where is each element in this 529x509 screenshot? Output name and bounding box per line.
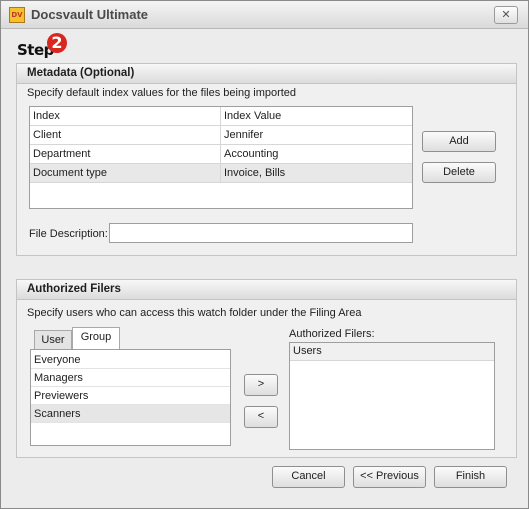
table-row[interactable]: Department Accounting xyxy=(30,145,412,164)
title-bar[interactable]: DV Docsvault Ultimate ✕ xyxy=(1,1,528,29)
metadata-description: Specify default index values for the fil… xyxy=(27,87,297,99)
users-column-header[interactable]: Users xyxy=(290,343,494,361)
column-header-index[interactable]: Index xyxy=(30,107,220,126)
step-number: 2 xyxy=(47,33,67,53)
index-value-cell[interactable]: Invoice, Bills xyxy=(220,164,412,183)
list-item[interactable]: Scanners xyxy=(31,405,230,423)
file-description-label: File Description: xyxy=(29,228,108,240)
file-description-input[interactable] xyxy=(109,223,413,243)
index-cell[interactable]: Client xyxy=(30,126,220,145)
grid-header-row: Index Index Value xyxy=(30,107,412,126)
tab-group[interactable]: Group xyxy=(72,327,120,349)
table-row[interactable]: Client Jennifer xyxy=(30,126,412,145)
dialog-window: DV Docsvault Ultimate ✕ Step 2 Metadata … xyxy=(0,0,529,509)
authorized-filers-label: Authorized Filers: xyxy=(289,328,375,340)
column-header-index-value[interactable]: Index Value xyxy=(220,107,412,126)
index-grid[interactable]: Index Index Value Client Jennifer Depart… xyxy=(29,106,413,209)
users-column-label: Users xyxy=(293,345,322,357)
authorized-filers-list[interactable]: Users xyxy=(289,342,495,450)
authorized-filers-description: Specify users who can access this watch … xyxy=(27,307,362,319)
window-title: Docsvault Ultimate xyxy=(31,7,149,22)
previous-button[interactable]: << Previous xyxy=(353,466,426,488)
metadata-panel: Metadata (Optional) Specify default inde… xyxy=(16,63,517,256)
tab-user[interactable]: User xyxy=(34,330,72,350)
list-item[interactable]: Everyone xyxy=(31,351,230,369)
authorized-filers-heading: Authorized Filers xyxy=(17,280,516,300)
remove-filer-button[interactable]: < xyxy=(244,406,278,428)
index-value-cell[interactable]: Jennifer xyxy=(220,126,412,145)
group-list[interactable]: Everyone Managers Previewers Scanners xyxy=(30,349,231,446)
close-button[interactable]: ✕ xyxy=(494,6,518,24)
table-row[interactable]: Document type Invoice, Bills xyxy=(30,164,412,183)
add-button[interactable]: Add xyxy=(422,131,496,152)
step-indicator: Step 2 xyxy=(17,33,77,61)
docsvault-logo-icon: DV xyxy=(9,7,25,23)
cancel-button[interactable]: Cancel xyxy=(272,466,345,488)
metadata-heading: Metadata (Optional) xyxy=(17,64,516,84)
delete-button[interactable]: Delete xyxy=(422,162,496,183)
list-item[interactable]: Previewers xyxy=(31,387,230,405)
add-filer-button[interactable]: > xyxy=(244,374,278,396)
index-value-cell[interactable]: Accounting xyxy=(220,145,412,164)
finish-button[interactable]: Finish xyxy=(434,466,507,488)
index-cell[interactable]: Document type xyxy=(30,164,220,183)
index-cell[interactable]: Department xyxy=(30,145,220,164)
list-item[interactable]: Managers xyxy=(31,369,230,387)
